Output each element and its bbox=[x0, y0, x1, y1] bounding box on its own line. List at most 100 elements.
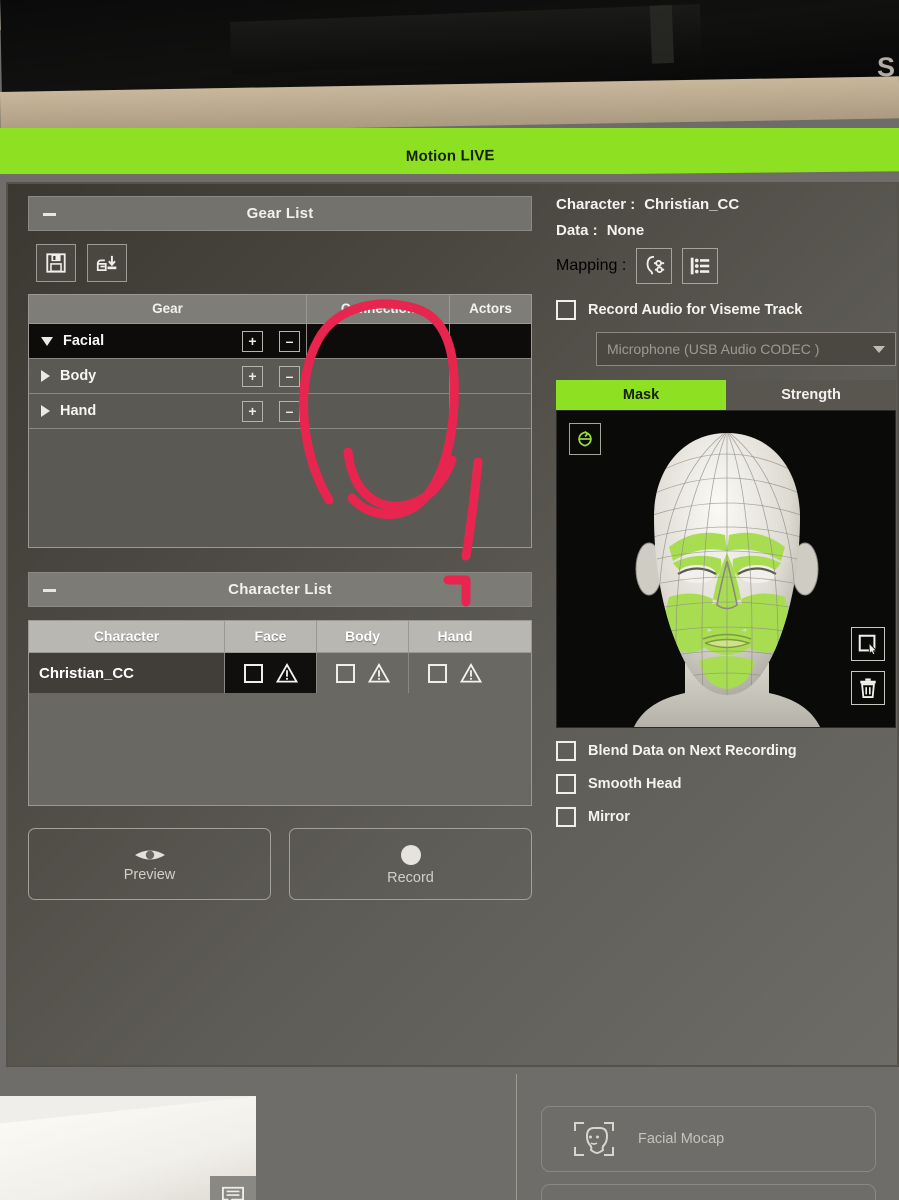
expand-icon[interactable] bbox=[41, 405, 50, 417]
gear-row-facial-connection[interactable] bbox=[307, 324, 450, 358]
chevron-down-icon[interactable] bbox=[873, 345, 885, 353]
gear-row-facial-actors[interactable] bbox=[450, 324, 531, 358]
gear-row-hand-label: Hand bbox=[60, 403, 97, 419]
gear-table-empty-area bbox=[29, 429, 531, 547]
list-mapping-icon bbox=[691, 257, 710, 275]
bezel-reflection bbox=[230, 4, 702, 75]
head-mesh-render bbox=[634, 433, 820, 727]
audio-device-select[interactable]: Microphone (USB Audio CODEC ) bbox=[596, 332, 896, 366]
preview-button[interactable]: Preview bbox=[28, 828, 271, 900]
body-checkbox[interactable] bbox=[335, 663, 355, 683]
marquee-select-icon bbox=[858, 634, 878, 655]
mirror-row[interactable]: Mirror bbox=[556, 807, 896, 827]
mask-viewport[interactable] bbox=[556, 410, 896, 728]
desktop-thumbnail[interactable] bbox=[0, 1096, 256, 1200]
character-table-empty-area bbox=[29, 693, 531, 805]
character-table-header: Character Face Body Hand bbox=[29, 621, 531, 653]
bezel-slot bbox=[649, 4, 674, 64]
save-gear-button[interactable] bbox=[36, 244, 76, 282]
expand-collapse-icon[interactable] bbox=[41, 336, 53, 346]
gear-row-body-name-cell[interactable]: Body + – bbox=[29, 359, 307, 393]
bottom-area: Facial Mocap Curve Editor bbox=[0, 1074, 899, 1200]
gear-toolbar bbox=[36, 244, 532, 282]
blend-data-row[interactable]: Blend Data on Next Recording bbox=[556, 741, 896, 761]
facial-mocap-button[interactable]: Facial Mocap bbox=[541, 1106, 876, 1172]
rotate-view-button[interactable] bbox=[569, 423, 601, 455]
gear-add-body-button[interactable]: + bbox=[242, 365, 263, 387]
record-audio-row[interactable]: Record Audio for Viseme Track bbox=[556, 300, 896, 320]
gear-row-hand-name-cell[interactable]: Hand + – bbox=[29, 394, 307, 428]
thumbnail-comment-button[interactable] bbox=[210, 1176, 256, 1200]
gear-add-facial-button[interactable]: + bbox=[242, 330, 263, 352]
face-mapping-button[interactable] bbox=[636, 248, 673, 284]
mirror-checkbox[interactable] bbox=[556, 807, 576, 827]
gear-table: Gear Connection Actors Facial + – Body +… bbox=[28, 294, 532, 548]
marquee-select-button[interactable] bbox=[851, 627, 885, 661]
load-gear-button[interactable] bbox=[87, 244, 127, 282]
gear-row-facial-name-cell[interactable]: Facial + – bbox=[29, 324, 307, 358]
character-list-collapse-icon[interactable] bbox=[43, 589, 56, 592]
gear-remove-hand-button[interactable]: – bbox=[279, 400, 300, 422]
character-value: Christian_CC bbox=[644, 196, 740, 213]
smooth-head-checkbox[interactable] bbox=[556, 774, 576, 794]
tab-mask[interactable]: Mask bbox=[556, 380, 726, 410]
character-row-name-cell[interactable]: Christian_CC bbox=[29, 653, 225, 693]
rotate-view-icon bbox=[578, 430, 592, 447]
record-audio-checkbox[interactable] bbox=[556, 300, 576, 320]
face-checkbox[interactable] bbox=[243, 663, 263, 683]
record-dot-icon bbox=[400, 844, 421, 865]
delete-mask-button[interactable] bbox=[851, 671, 885, 705]
record-label: Record bbox=[387, 869, 434, 886]
curve-editor-button[interactable]: Curve Editor bbox=[541, 1184, 876, 1200]
eye-icon bbox=[134, 850, 165, 859]
save-gear-icon bbox=[46, 253, 66, 273]
workspace: Gear List Gear Connection Actors Facial … bbox=[0, 174, 899, 1200]
gear-remove-body-button[interactable]: – bbox=[279, 365, 300, 387]
character-face-cell[interactable] bbox=[225, 653, 317, 693]
smooth-head-row[interactable]: Smooth Head bbox=[556, 774, 896, 794]
smooth-head-label: Smooth Head bbox=[588, 776, 682, 792]
gear-row-hand-connection[interactable] bbox=[307, 394, 450, 428]
gear-list-header[interactable]: Gear List bbox=[28, 196, 532, 231]
character-body-cell[interactable] bbox=[317, 653, 409, 693]
hand-checkbox[interactable] bbox=[428, 663, 447, 683]
character-hand-cell[interactable] bbox=[409, 653, 501, 693]
mapping-row: Mapping : bbox=[556, 248, 896, 284]
gear-col-connection: Connection bbox=[307, 295, 450, 323]
load-gear-icon bbox=[96, 255, 116, 271]
gear-row-facial[interactable]: Facial + – bbox=[29, 324, 531, 359]
data-info-row: Data : None bbox=[556, 222, 896, 239]
audio-device-value: Microphone (USB Audio CODEC ) bbox=[607, 341, 820, 357]
motion-live-dialog: Gear List Gear Connection Actors Facial … bbox=[6, 182, 899, 1067]
face-mapping-icon bbox=[646, 255, 665, 275]
character-key: Character : bbox=[556, 196, 636, 213]
face-capture-icon bbox=[574, 1122, 614, 1156]
char-col-face: Face bbox=[225, 621, 317, 652]
char-col-body: Body bbox=[317, 621, 409, 652]
character-row[interactable]: Christian_CC bbox=[29, 653, 531, 693]
gear-row-hand[interactable]: Hand + – bbox=[29, 394, 531, 429]
record-button[interactable]: Record bbox=[289, 828, 532, 900]
gear-add-hand-button[interactable]: + bbox=[242, 400, 263, 422]
gear-remove-facial-button[interactable]: – bbox=[279, 330, 300, 352]
character-list-header[interactable]: Character List bbox=[28, 572, 532, 607]
mirror-label: Mirror bbox=[588, 809, 630, 825]
gear-row-body-actors[interactable] bbox=[450, 359, 531, 393]
plugin-panel: Facial Mocap Curve Editor bbox=[516, 1074, 899, 1200]
char-col-hand: Hand bbox=[437, 628, 473, 644]
gear-list-collapse-icon[interactable] bbox=[43, 213, 56, 216]
list-mapping-button[interactable] bbox=[682, 248, 719, 284]
mapping-key: Mapping : bbox=[556, 257, 627, 274]
preview-label: Preview bbox=[123, 866, 176, 883]
blend-data-label: Blend Data on Next Recording bbox=[588, 743, 797, 759]
gear-row-body-connection[interactable] bbox=[307, 359, 450, 393]
data-value: None bbox=[606, 222, 645, 239]
blend-data-checkbox[interactable] bbox=[556, 741, 576, 761]
gear-row-body[interactable]: Body + – bbox=[29, 359, 531, 394]
expand-icon[interactable] bbox=[41, 370, 50, 382]
window-title: Motion LIVE bbox=[405, 147, 495, 166]
gear-list-title: Gear List bbox=[246, 205, 314, 222]
gear-row-hand-actors[interactable] bbox=[450, 394, 531, 428]
tab-strength[interactable]: Strength bbox=[726, 380, 896, 410]
record-audio-label: Record Audio for Viseme Track bbox=[588, 302, 803, 318]
